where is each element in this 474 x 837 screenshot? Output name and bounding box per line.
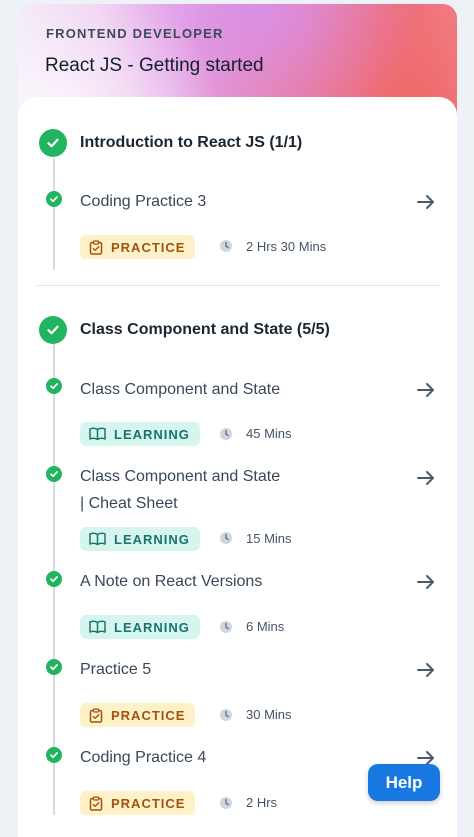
badge-label: PRACTICE	[111, 239, 186, 255]
practice-badge: PRACTICE	[80, 235, 196, 259]
item-duration: 6 Mins	[246, 619, 285, 634]
item-duration: 2 Hrs	[246, 795, 278, 810]
item-complete-icon	[46, 466, 62, 482]
section-divider	[36, 285, 440, 286]
help-button[interactable]: Help	[368, 764, 440, 801]
item-title[interactable]: Class Component and State	[80, 376, 280, 403]
track-label: FRONTEND DEVELOPER	[46, 26, 224, 41]
practice-badge: PRACTICE	[80, 703, 196, 727]
item-title[interactable]: Practice 5	[80, 656, 151, 683]
item-title[interactable]: Coding Practice 3	[80, 188, 206, 215]
item-complete-icon	[46, 191, 62, 207]
badge-label: PRACTICE	[111, 707, 186, 723]
clock-icon	[220, 532, 232, 544]
item-duration: 2 Hrs 30 Mins	[246, 239, 327, 254]
clock-icon	[220, 240, 232, 252]
item-title-line-2[interactable]: | Cheat Sheet	[80, 490, 178, 517]
arrow-right-icon[interactable]	[415, 659, 437, 681]
item-duration: 45 Mins	[246, 426, 292, 441]
item-title-line-1[interactable]: Class Component and State	[80, 463, 280, 490]
arrow-right-icon[interactable]	[415, 571, 437, 593]
section-title[interactable]: Introduction to React JS (1/1)	[80, 134, 302, 152]
clipboard-icon	[89, 239, 103, 255]
clock-icon	[220, 621, 232, 633]
book-icon	[89, 620, 106, 634]
item-complete-icon	[46, 659, 62, 675]
book-icon	[89, 427, 106, 441]
arrow-right-icon[interactable]	[415, 379, 437, 401]
item-complete-icon	[46, 747, 62, 763]
badge-label: PRACTICE	[111, 795, 186, 811]
learning-badge: LEARNING	[80, 422, 200, 446]
section-complete-icon	[39, 316, 67, 344]
item-complete-icon	[46, 571, 62, 587]
item-title[interactable]: A Note on React Versions	[80, 568, 262, 595]
badge-label: LEARNING	[114, 619, 190, 635]
clock-icon	[220, 428, 232, 440]
timeline-line	[53, 158, 55, 270]
section-title[interactable]: Class Component and State (5/5)	[80, 321, 330, 339]
learning-badge: LEARNING	[80, 527, 200, 551]
learning-badge: LEARNING	[80, 615, 200, 639]
clock-icon	[220, 709, 232, 721]
course-title: React JS - Getting started	[45, 55, 264, 76]
item-complete-icon	[46, 378, 62, 394]
badge-label: LEARNING	[114, 531, 190, 547]
clock-icon	[220, 797, 232, 809]
arrow-right-icon[interactable]	[415, 191, 437, 213]
arrow-right-icon[interactable]	[415, 467, 437, 489]
item-duration: 15 Mins	[246, 531, 292, 546]
book-icon	[89, 532, 106, 546]
practice-badge: PRACTICE	[80, 791, 196, 815]
badge-label: LEARNING	[114, 426, 190, 442]
item-title[interactable]: Coding Practice 4	[80, 744, 206, 771]
item-duration: 30 Mins	[246, 707, 292, 722]
clipboard-icon	[89, 707, 103, 723]
clipboard-icon	[89, 795, 103, 811]
section-complete-icon	[39, 129, 67, 157]
